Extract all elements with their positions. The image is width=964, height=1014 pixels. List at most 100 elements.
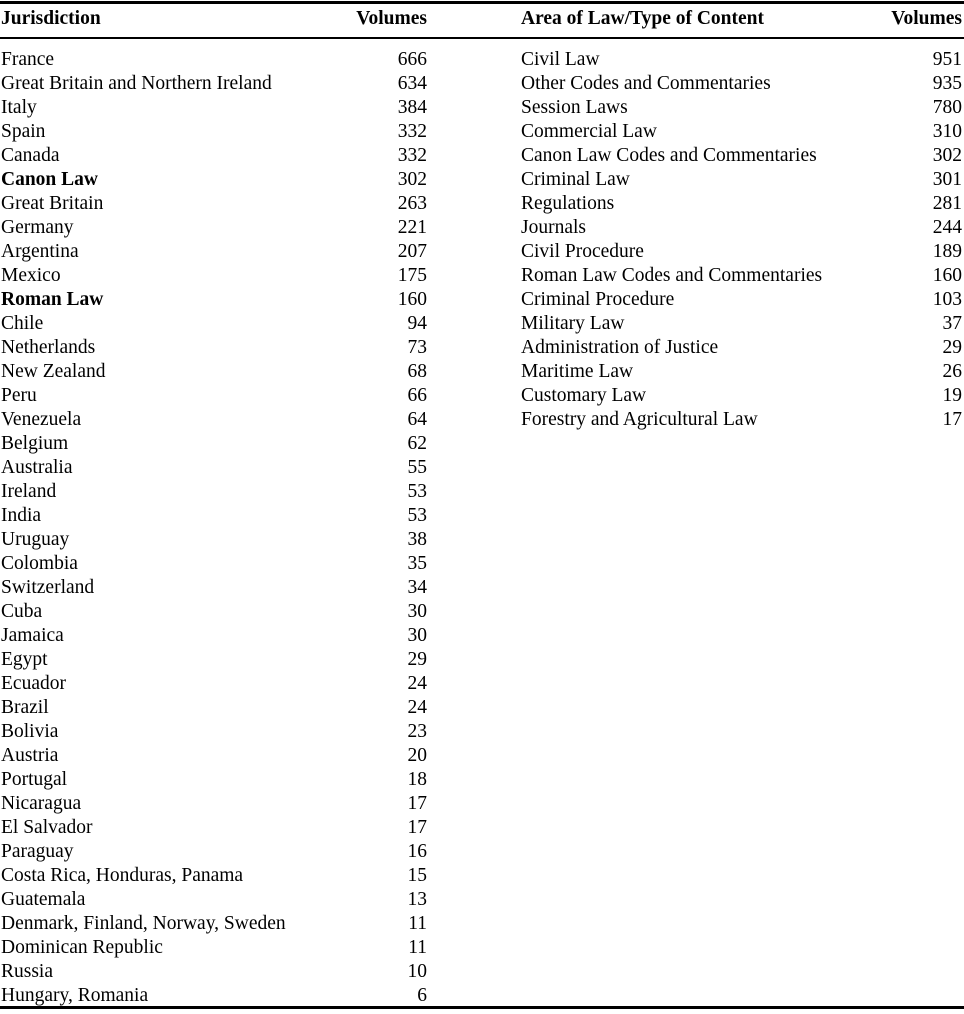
table-row: Venezuela 64 — [1, 408, 427, 432]
row-label: Regulations — [521, 193, 615, 214]
header-gap-cell-value — [861, 37, 962, 48]
row-label: Belgium — [1, 433, 69, 454]
table-row: Uruguay 38 — [1, 528, 427, 552]
row-label: Cuba — [1, 601, 43, 622]
row-label: Austria — [1, 745, 59, 766]
row-label: Canada — [1, 145, 60, 166]
jurisdiction-table-block: Jurisdiction Volumes France 666 Great Brit… — [0, 0, 500, 1008]
row-label: Customary Law — [521, 385, 647, 406]
table-row: Italy 384 — [1, 96, 427, 120]
row-volume-value: 68 — [407, 361, 428, 382]
row-label: Russia — [1, 961, 54, 982]
area-of-law-table-head: Area of Law/Type of Content Volumes — [521, 0, 962, 37]
row-label: Journals — [521, 217, 586, 238]
row-volume-value: 384 — [397, 97, 427, 118]
table-row: Russia 10 — [1, 960, 427, 984]
row-label: Maritime Law — [521, 361, 634, 382]
row-label: Civil Law — [521, 49, 600, 70]
table-row: Switzerland 34 — [1, 576, 427, 600]
row-volume-value: 244 — [932, 217, 962, 238]
header-gap-cell-label — [1, 37, 341, 48]
table-row: Journals 244 — [521, 216, 962, 240]
row-label: Canon Law Codes and Commentaries — [521, 145, 817, 166]
row-label: Colombia — [1, 553, 78, 574]
row-volume-value: 53 — [407, 481, 428, 502]
row-volume-value: 160 — [397, 289, 427, 310]
table-row: Paraguay 16 — [1, 840, 427, 864]
table-row: Civil Procedure 189 — [521, 240, 962, 264]
row-label: Germany — [1, 217, 74, 238]
row-volume-value: 55 — [407, 457, 428, 478]
table-row: Germany 221 — [1, 216, 427, 240]
row-label: Switzerland — [1, 577, 95, 598]
table-row: Commercial Law 310 — [521, 120, 962, 144]
column-header-volumes-right: Volumes — [891, 8, 962, 29]
row-volume-value: 37 — [942, 313, 963, 334]
row-label: France — [1, 49, 55, 70]
column-header-jurisdiction: Jurisdiction — [1, 8, 101, 29]
table-row: Military Law 37 — [521, 312, 962, 336]
area-of-law-table-body: Civil Law 951 Other Codes and Commentaries… — [521, 37, 962, 432]
row-volume-value: 281 — [932, 193, 962, 214]
tables-container: Jurisdiction Volumes France 666 Great Brit… — [0, 0, 964, 1008]
table-row: Canada 332 — [1, 144, 427, 168]
table-row: Ecuador 24 — [1, 672, 427, 696]
row-label: Argentina — [1, 241, 79, 262]
row-volume-value: 34 — [407, 577, 428, 598]
row-volume-value: 64 — [407, 409, 428, 430]
row-volume-value: 13 — [407, 889, 428, 910]
table-row: Austria 20 — [1, 744, 427, 768]
table-row: Other Codes and Commentaries 935 — [521, 72, 962, 96]
table-row: Criminal Law 301 — [521, 168, 962, 192]
jurisdiction-table-body: France 666 Great Britain and Northern Irel… — [1, 37, 427, 1008]
row-label: Great Britain and Northern Ireland — [1, 73, 272, 94]
table-row: Roman Law Codes and Commentaries 160 — [521, 264, 962, 288]
table-row: Ireland 53 — [1, 480, 427, 504]
row-label: Hungary, Romania — [1, 985, 149, 1006]
row-volume-value: 666 — [397, 49, 427, 70]
table-row: Hungary, Romania 6 — [1, 984, 427, 1008]
table-row: Cuba 30 — [1, 600, 427, 624]
row-volume-value: 53 — [407, 505, 428, 526]
row-volume-value: 17 — [407, 793, 428, 814]
table-row: Belgium 62 — [1, 432, 427, 456]
header-gap-row — [521, 37, 962, 48]
row-volume-value: 24 — [407, 697, 428, 718]
table-row: Mexico 175 — [1, 264, 427, 288]
row-volume-value: 207 — [397, 241, 427, 262]
row-volume-value: 302 — [932, 145, 962, 166]
row-volume-value: 30 — [407, 625, 428, 646]
table-row: Guatemala 13 — [1, 888, 427, 912]
row-volume-value: 189 — [932, 241, 962, 262]
row-volume-value: 11 — [408, 913, 427, 934]
table-row: Great Britain 263 — [1, 192, 427, 216]
row-label: New Zealand — [1, 361, 106, 382]
header-gap-cell-label — [521, 37, 861, 48]
table-row: Session Laws 780 — [521, 96, 962, 120]
row-volume-value: 951 — [932, 49, 962, 70]
table-row: Egypt 29 — [1, 648, 427, 672]
row-volume-value: 103 — [932, 289, 962, 310]
row-volume-value: 62 — [407, 433, 428, 454]
row-volume-value: 302 — [397, 169, 427, 190]
row-volume-value: 66 — [407, 385, 428, 406]
table-row: Roman Law 160 — [1, 288, 427, 312]
table-row: Administration of Justice 29 — [521, 336, 962, 360]
table-row: India 53 — [1, 504, 427, 528]
row-volume-value: 332 — [397, 121, 427, 142]
row-label: Roman Law Codes and Commentaries — [521, 265, 823, 286]
row-label: Great Britain — [1, 193, 104, 214]
row-volume-value: 23 — [407, 721, 428, 742]
row-label: Commercial Law — [521, 121, 657, 142]
row-volume-value: 935 — [932, 73, 962, 94]
row-label: Australia — [1, 457, 73, 478]
table-row: Denmark, Finland, Norway, Sweden 11 — [1, 912, 427, 936]
row-label: Administration of Justice — [521, 337, 719, 358]
table-row: Civil Law 951 — [521, 48, 962, 72]
row-label: Peru — [1, 385, 37, 406]
row-label: Portugal — [1, 769, 68, 790]
row-label: Ireland — [1, 481, 57, 502]
table-row: Maritime Law 26 — [521, 360, 962, 384]
row-label: Other Codes and Commentaries — [521, 73, 771, 94]
row-label: Venezuela — [1, 409, 82, 430]
